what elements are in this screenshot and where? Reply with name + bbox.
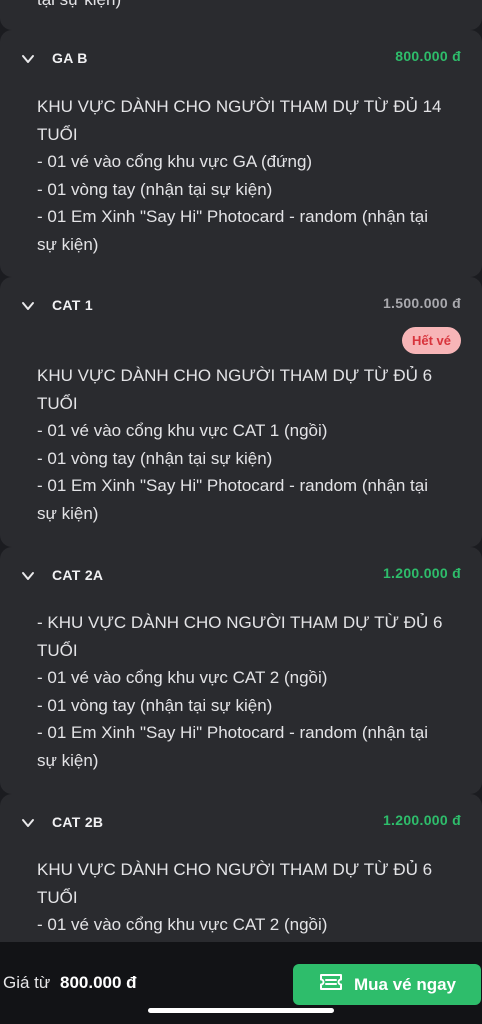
price-from-value: 800.000 đ [60,973,137,992]
chevron-down-icon[interactable] [20,53,36,65]
previous-ticket-card: tại sự kiện) [0,0,482,30]
ticket-name[interactable]: GA B [52,50,88,66]
screen: tại sự kiện) GA B 800.000 đ KHU VỰC DÀNH… [0,0,482,1024]
ticket-price: 1.200.000 đ [382,812,461,828]
ticket-description: KHU VỰC DÀNH CHO NGƯỜI THAM DỰ TỪ ĐỦ 6 T… [37,860,433,934]
ticket-card-cat-2a: CAT 2A 1.200.000 đ - KHU VỰC DÀNH CHO NG… [0,547,482,794]
ticket-icon [318,972,344,997]
home-indicator[interactable] [148,1008,334,1013]
previous-ticket-description-tail: tại sự kiện) [37,0,121,14]
buy-now-label: Mua vé ngay [353,974,457,994]
ticket-price: 1.200.000 đ [382,565,461,581]
ticket-price: 1.500.000 đ [382,295,461,311]
chevron-down-icon[interactable] [20,817,36,829]
chevron-down-icon[interactable] [20,300,36,312]
ticket-price: 800.000 đ [395,48,461,64]
chevron-down-icon[interactable] [20,570,36,582]
ticket-card-cat-1: CAT 1 1.500.000 đ Hết vé KHU VỰC DÀNH CH… [0,277,482,547]
ticket-name[interactable]: CAT 2B [52,814,103,830]
ticket-card-ga-b: GA B 800.000 đ KHU VỰC DÀNH CHO NGƯỜI TH… [0,30,482,277]
ticket-name[interactable]: CAT 1 [52,297,93,313]
ticket-description: KHU VỰC DÀNH CHO NGƯỜI THAM DỰ TỪ ĐỦ 14 … [37,97,442,254]
buy-now-button[interactable]: Mua vé ngay [293,964,481,1005]
sold-out-badge: Hết vé [401,327,461,354]
ticket-name[interactable]: CAT 2A [52,567,103,583]
price-from-label: Giá từ [3,973,51,992]
ticket-description: - KHU VỰC DÀNH CHO NGƯỜI THAM DỰ TỪ ĐỦ 6… [37,613,443,770]
ticket-description: KHU VỰC DÀNH CHO NGƯỜI THAM DỰ TỪ ĐỦ 6 T… [37,366,433,523]
